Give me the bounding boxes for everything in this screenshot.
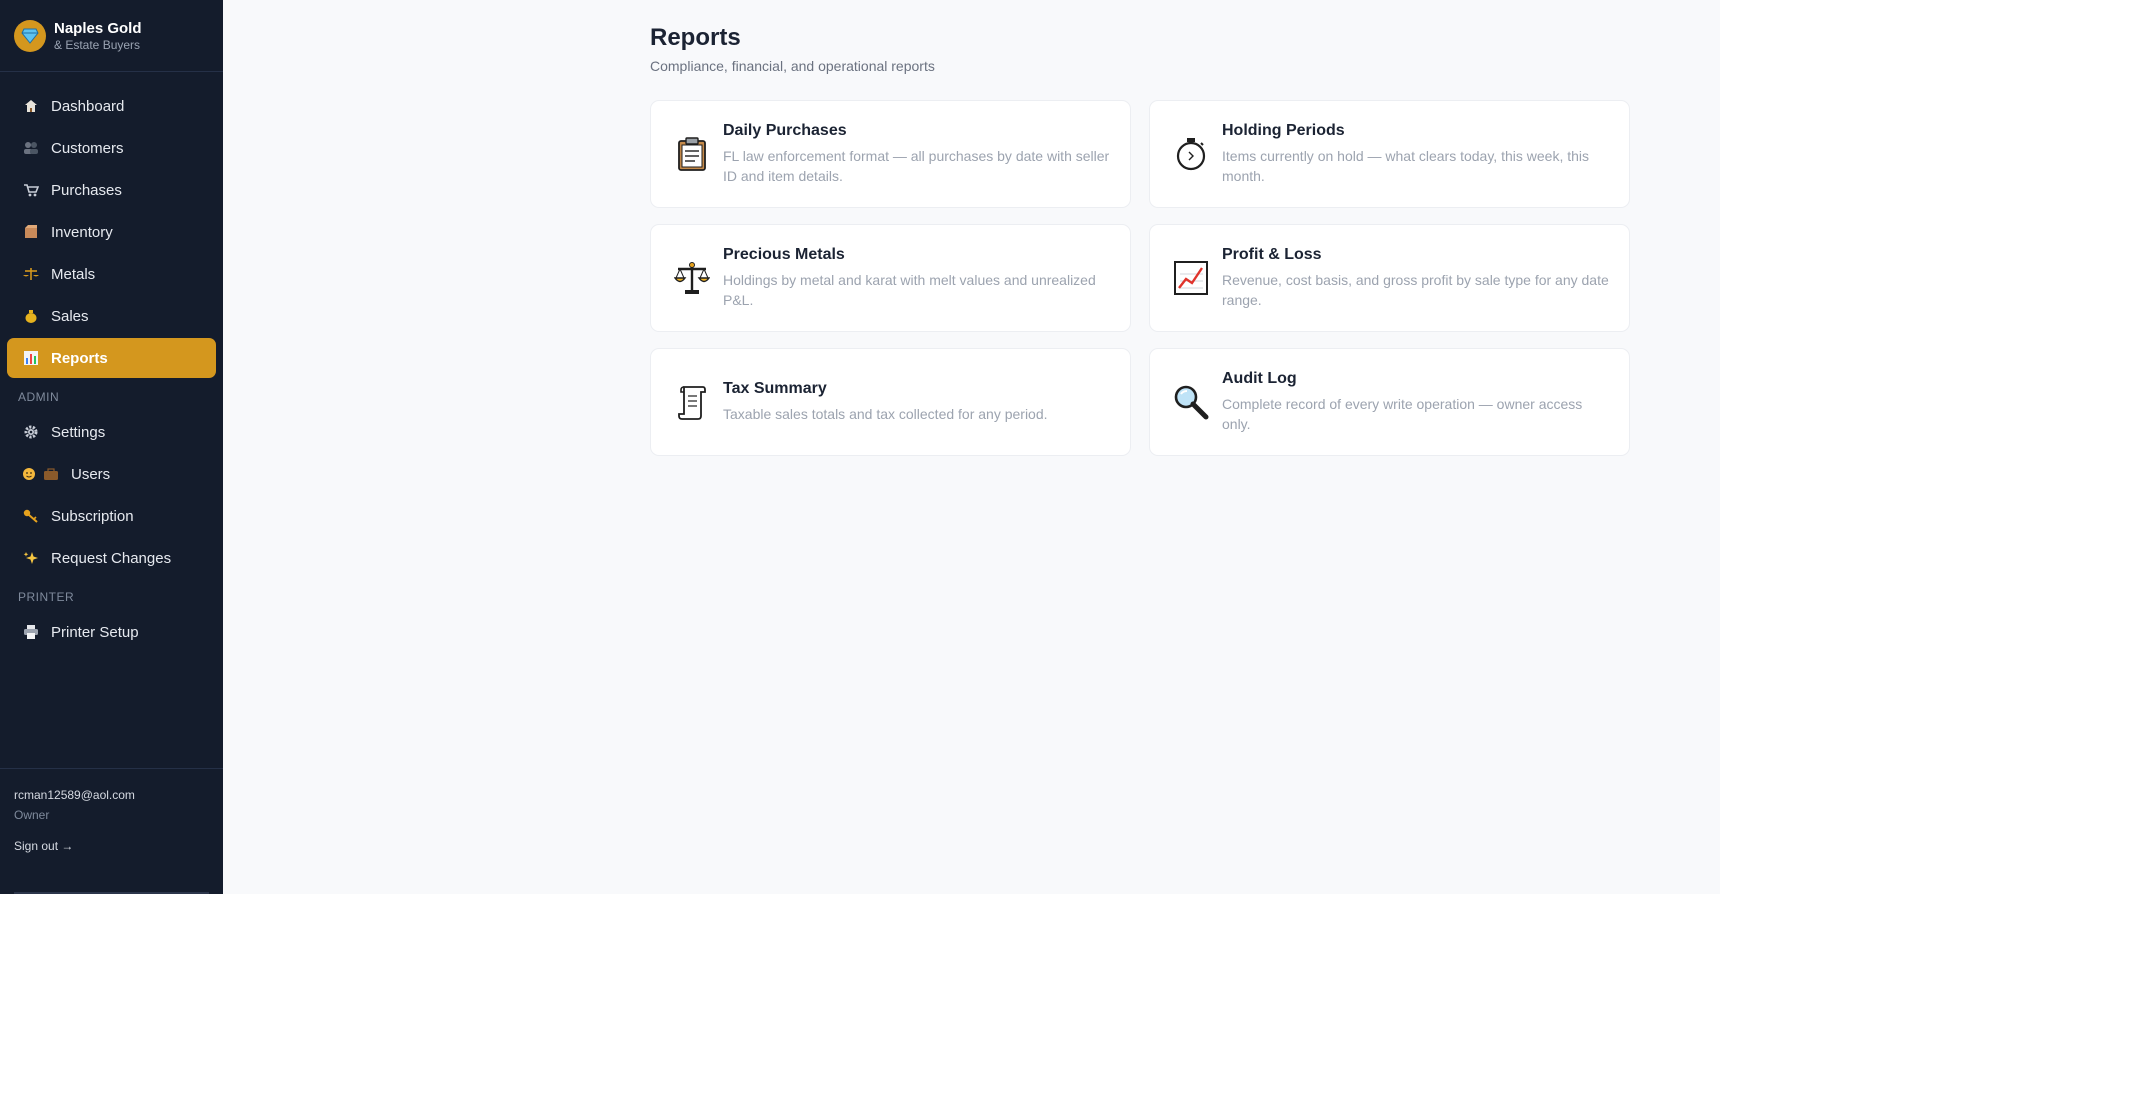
nav-item-reports[interactable]: Reports (7, 338, 216, 378)
main-nav: Dashboard Customers Purchases Inventory … (0, 72, 223, 652)
report-card-audit-log[interactable]: Audit Log Complete record of every write… (1149, 348, 1630, 456)
user-email: rcman12589@aol.com (14, 788, 135, 802)
user-role: Owner (14, 808, 50, 822)
report-card-tax-summary[interactable]: Tax Summary Taxable sales totals and tax… (650, 348, 1131, 456)
report-card-title: Daily Purchases (723, 122, 847, 139)
nav-item-printer-setup[interactable]: Printer Setup (7, 612, 216, 652)
stopwatch-icon (1172, 135, 1210, 173)
balance-scale-icon (673, 259, 711, 297)
scroll-icon (673, 383, 711, 421)
report-card-title: Precious Metals (723, 246, 845, 263)
brand-subtitle: & Estate Buyers (54, 37, 141, 52)
nav-item-label: Request Changes (51, 549, 172, 567)
nav-item-inventory[interactable]: Inventory (7, 212, 216, 252)
report-card-description: Items currently on hold — what clears to… (1222, 148, 1590, 184)
sign-out-link[interactable]: Sign out → (14, 839, 73, 853)
report-card-title: Tax Summary (723, 380, 827, 397)
report-card-holding-periods[interactable]: Holding Periods Items currently on hold … (1149, 100, 1630, 208)
nav-item-metals[interactable]: Metals (7, 254, 216, 294)
bar-chart-icon (21, 351, 41, 365)
key-icon (21, 509, 41, 523)
page-title: Reports (650, 24, 741, 51)
nav-item-dashboard[interactable]: Dashboard (7, 86, 216, 126)
nav-item-label: Inventory (51, 223, 113, 241)
gear-icon (21, 425, 41, 439)
brand[interactable]: Naples Gold & Estate Buyers (0, 0, 223, 72)
nav-item-customers[interactable]: Customers (7, 128, 216, 168)
sidebar: Naples Gold & Estate Buyers Dashboard Cu… (0, 0, 223, 894)
users-icon (21, 467, 61, 481)
nav-item-label: Dashboard (51, 97, 125, 115)
nav-item-label: Printer Setup (51, 623, 139, 641)
people-icon (21, 141, 41, 155)
nav-item-subscription[interactable]: Subscription (7, 496, 216, 536)
nav-item-request-changes[interactable]: Request Changes (7, 538, 216, 578)
nav-item-label: Metals (51, 265, 96, 283)
page-subtitle: Compliance, financial, and operational r… (650, 58, 935, 74)
user-panel: rcman12589@aol.com Owner Sign out → (0, 768, 223, 855)
report-card-description: Holdings by metal and karat with melt va… (723, 272, 1096, 308)
report-card-title: Holding Periods (1222, 122, 1345, 139)
printer-section-label: PRINTER (18, 590, 75, 604)
report-card-description: FL law enforcement format — all purchase… (723, 148, 1110, 184)
magnifier-icon (1172, 383, 1210, 421)
house-icon (21, 99, 41, 113)
scale-icon (21, 267, 41, 281)
report-card-description: Revenue, cost basis, and gross profit by… (1222, 272, 1609, 308)
admin-section-label: ADMIN (18, 390, 60, 404)
nav-item-label: Reports (51, 349, 108, 367)
nav-item-purchases[interactable]: Purchases (7, 170, 216, 210)
report-card-title: Audit Log (1222, 370, 1297, 387)
sparkle-icon (21, 551, 41, 565)
brand-title: Naples Gold (54, 19, 142, 37)
report-card-description: Taxable sales totals and tax collected f… (723, 406, 1048, 422)
nav-item-label: Settings (51, 423, 106, 441)
nav-item-sales[interactable]: Sales (7, 296, 216, 336)
report-card-title: Profit & Loss (1222, 246, 1322, 263)
report-card-description: Complete record of every write operation… (1222, 396, 1583, 432)
report-card-daily-purchases[interactable]: Daily Purchases FL law enforcement forma… (650, 100, 1131, 208)
nav-item-settings[interactable]: Settings (7, 412, 216, 452)
nav-item-label: Subscription (51, 507, 134, 525)
box-icon (21, 225, 41, 239)
main-content: Reports Compliance, financial, and opera… (223, 0, 1720, 894)
cart-icon (21, 183, 41, 197)
line-chart-icon (1172, 259, 1210, 297)
report-card-profit-loss[interactable]: Profit & Loss Revenue, cost basis, and g… (1149, 224, 1630, 332)
nav-item-label: Customers (51, 139, 124, 157)
report-card-precious-metals[interactable]: Precious Metals Holdings by metal and ka… (650, 224, 1131, 332)
money-bag-icon (21, 309, 41, 323)
sidebar-bottom-divider (14, 892, 209, 894)
printer-icon (21, 625, 41, 639)
nav-item-label: Purchases (51, 181, 122, 199)
clipboard-icon (673, 135, 711, 173)
nav-item-users[interactable]: Users (7, 454, 216, 494)
nav-item-label: Users (71, 465, 111, 483)
nav-item-label: Sales (51, 307, 89, 325)
diamond-icon (14, 19, 46, 52)
report-cards: Daily Purchases FL law enforcement forma… (650, 100, 1630, 456)
